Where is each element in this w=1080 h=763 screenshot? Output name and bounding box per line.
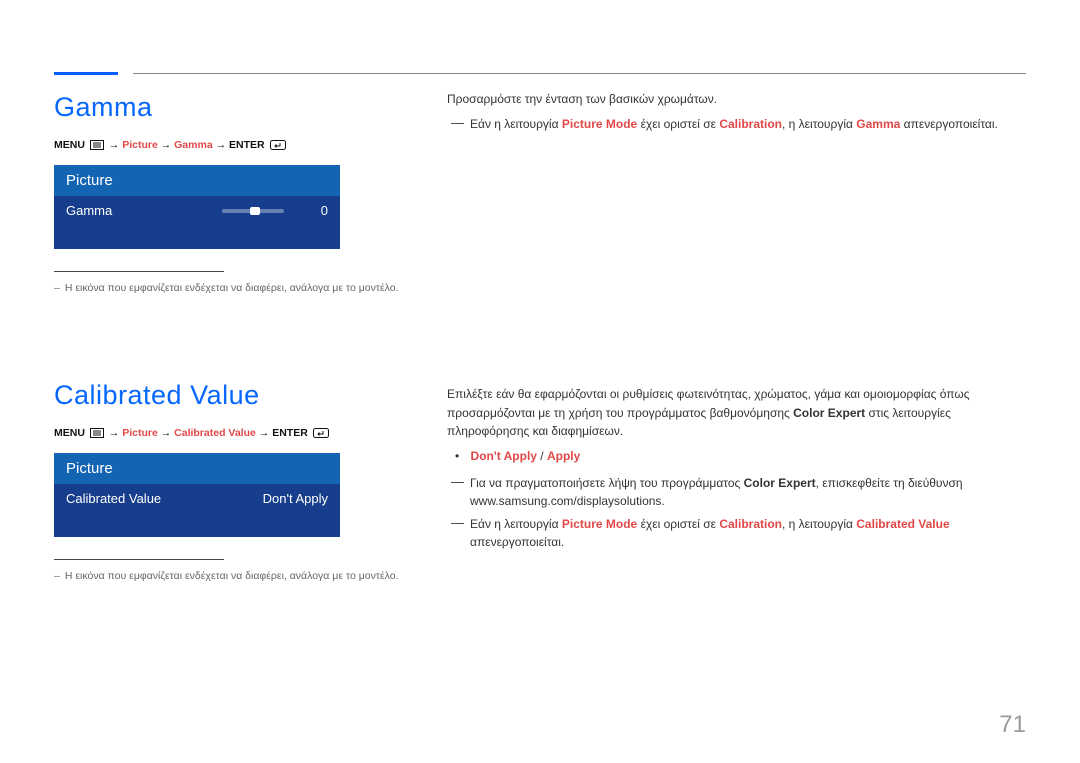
enter-icon (270, 140, 286, 153)
enter-label: ENTER (272, 427, 308, 439)
menu-path-calibrated: MENU → Picture → Calibrated Value → ENTE… (54, 427, 399, 441)
arrow: → (216, 139, 227, 151)
arrow: → (161, 427, 172, 439)
panel-calibrated: Picture Calibrated Value Don't Apply (54, 453, 340, 537)
panel-row-gamma[interactable]: Gamma 0 (54, 196, 340, 225)
calibrated-dash2: ― Εάν η λειτουργία Picture Mode έχει ορι… (451, 515, 1026, 552)
menu-path-gamma: MENU → Picture → Gamma → ENTER (54, 139, 399, 153)
options-bullet: Don't Apply / Apply (455, 447, 1026, 466)
dash-text: Εάν η λειτουργία Picture Mode έχει οριστ… (470, 515, 1026, 552)
dash-icon: ― (451, 516, 464, 552)
panel-note: –Η εικόνα που εμφανίζεται ενδέχεται να δ… (54, 282, 399, 294)
panel-footer (54, 225, 340, 249)
note-text: Η εικόνα που εμφανίζεται ενδέχεται να δι… (65, 282, 399, 294)
arrow: → (161, 139, 172, 151)
enter-label: ENTER (229, 139, 265, 151)
gamma-desc: Προσαρμόστε την ένταση των βασικών χρωμά… (447, 90, 1026, 109)
menu-label: MENU (54, 427, 85, 439)
gamma-slider[interactable] (222, 209, 284, 213)
dash-text: Εάν η λειτουργία Picture Mode έχει οριστ… (470, 115, 998, 134)
dash-icon: ― (451, 475, 464, 511)
dash-icon: ― (451, 116, 464, 134)
path-picture: Picture (122, 427, 158, 439)
panel-footer (54, 513, 340, 537)
menu-label: MENU (54, 139, 85, 151)
arrow: → (109, 427, 120, 439)
page-number: 71 (999, 711, 1026, 739)
top-divider (133, 73, 1026, 74)
panel-gamma: Picture Gamma 0 (54, 165, 340, 249)
section-title-gamma: Gamma (54, 92, 399, 123)
menu-icon (90, 428, 104, 441)
note-divider (54, 271, 224, 272)
row-label: Calibrated Value (66, 491, 263, 506)
note-divider (54, 559, 224, 560)
calibrated-desc: Επιλέξτε εάν θα εφαρμόζονται οι ρυθμίσει… (447, 385, 1026, 441)
enter-icon (313, 428, 329, 441)
dash-text: Για να πραγματοποιήσετε λήψη του προγράμ… (470, 474, 1026, 511)
arrow: → (109, 139, 120, 151)
row-label: Gamma (66, 203, 222, 218)
note-text: Η εικόνα που εμφανίζεται ενδέχεται να δι… (65, 570, 399, 582)
panel-row-calibrated[interactable]: Calibrated Value Don't Apply (54, 484, 340, 513)
calibrated-dash1: ― Για να πραγματοποιήσετε λήψη του προγρ… (451, 474, 1026, 511)
panel-note: –Η εικόνα που εμφανίζεται ενδέχεται να δ… (54, 570, 399, 582)
path-calibrated: Calibrated Value (174, 427, 256, 439)
panel-header: Picture (54, 453, 340, 484)
row-value: Don't Apply (263, 491, 328, 506)
path-gamma: Gamma (174, 139, 213, 151)
gamma-slider-thumb[interactable] (250, 207, 260, 215)
path-picture: Picture (122, 139, 158, 151)
panel-header: Picture (54, 165, 340, 196)
menu-icon (90, 140, 104, 153)
row-value: 0 (308, 203, 328, 218)
section-title-calibrated: Calibrated Value (54, 380, 399, 411)
accent-rule (54, 72, 118, 75)
gamma-dash-note: ― Εάν η λειτουργία Picture Mode έχει ορι… (451, 115, 1026, 134)
arrow: → (259, 427, 270, 439)
